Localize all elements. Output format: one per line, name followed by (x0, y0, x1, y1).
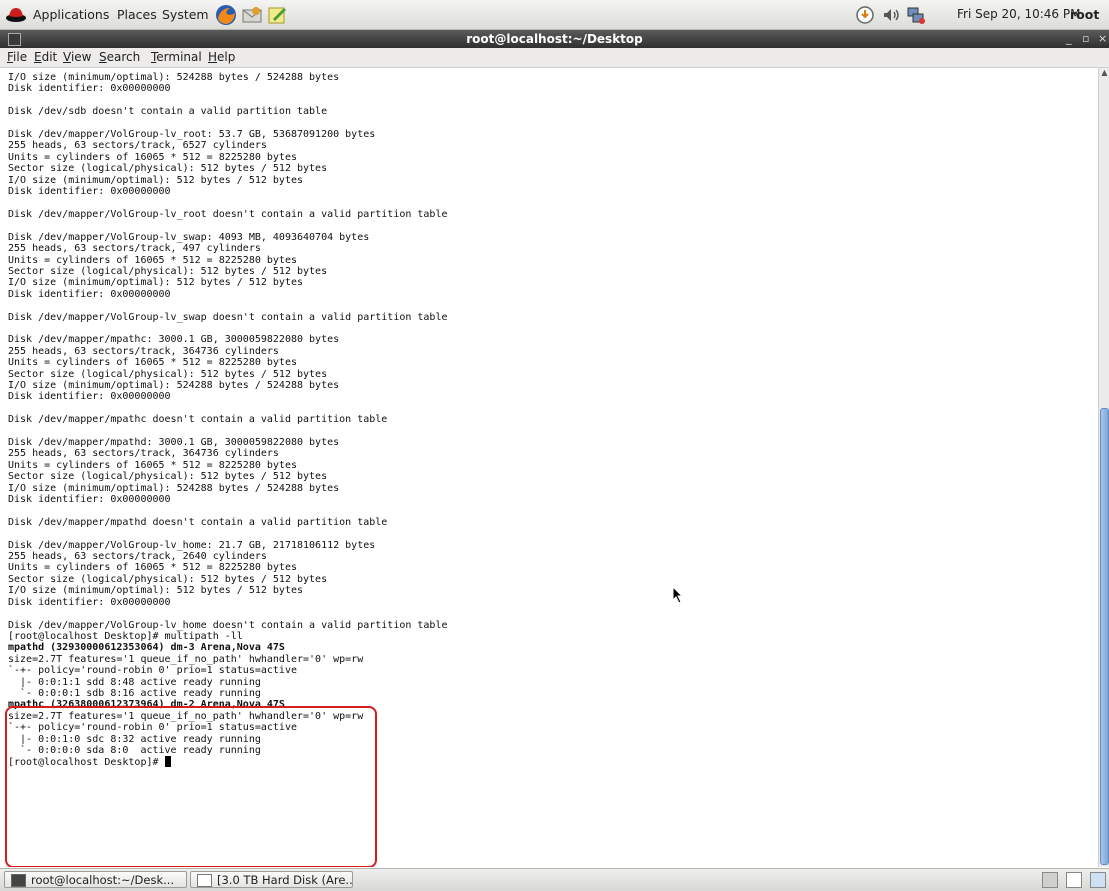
firefox-launcher-icon[interactable] (215, 4, 237, 26)
terminal-line: Disk identifier: 0x00000000 (8, 83, 171, 95)
terminal-line: `- 0:0:0:1 sdb 8:16 active ready running (8, 687, 261, 699)
window-title-bar[interactable]: root@localhost:~/Desktop _ ▫ × (0, 30, 1109, 48)
terminal-line: `- 0:0:0:0 sda 8:0 active ready running (8, 744, 261, 756)
terminal-line: Units = cylinders of 16065 * 512 = 82252… (8, 357, 297, 369)
maximize-button[interactable]: ▫ (1082, 30, 1089, 48)
terminal-line: I/O size (minimum/optimal): 524288 bytes… (8, 379, 340, 391)
network-icon[interactable] (906, 5, 926, 25)
terminal-line: `-+- policy='round-robin 0' prio=1 statu… (8, 722, 297, 734)
window-title: root@localhost:~/Desktop (466, 32, 643, 46)
terminal-line: 255 heads, 63 sectors/track, 6527 cylind… (8, 140, 267, 152)
notes-launcher-icon[interactable] (266, 4, 288, 26)
menu-help[interactable]: Help (208, 48, 235, 67)
terminal-line: Disk identifier: 0x00000000 (8, 186, 171, 198)
terminal-line: I/O size (minimum/optimal): 524288 bytes… (8, 482, 340, 494)
terminal-line: 255 heads, 63 sectors/track, 497 cylinde… (8, 243, 261, 255)
text-cursor (164, 756, 171, 768)
terminal-line: Disk /dev/mapper/mpathd doesn't contain … (8, 516, 388, 528)
terminal-line: Sector size (logical/physical): 512 byte… (8, 265, 328, 277)
taskbar-terminal-window[interactable]: root@localhost:~/Desk... (4, 871, 187, 888)
terminal-line: Disk /dev/sdb doesn't contain a valid pa… (8, 106, 328, 118)
taskbar-disk-window[interactable]: [3.0 TB Hard Disk (Are... (190, 871, 353, 888)
trash-icon[interactable] (1090, 872, 1106, 888)
terminal-line: Disk /dev/mapper/VolGroup-lv_root doesn'… (8, 208, 448, 220)
terminal-line: Disk /dev/mapper/mpathc doesn't contain … (8, 414, 388, 426)
terminal-line: Disk identifier: 0x00000000 (8, 288, 171, 300)
terminal-line: Disk /dev/mapper/VolGroup-lv_home: 21.7 … (8, 539, 376, 551)
menu-search[interactable]: Search (99, 48, 140, 67)
terminal-line: Units = cylinders of 16065 * 512 = 82252… (8, 459, 297, 471)
terminal-line: size=2.7T features='1 queue_if_no_path' … (8, 710, 364, 722)
update-notifier-icon[interactable] (855, 5, 875, 25)
terminal-line: Disk identifier: 0x00000000 (8, 596, 171, 608)
terminal-line: Disk identifier: 0x00000000 (8, 494, 171, 506)
terminal-line: `-+- policy='round-robin 0' prio=1 statu… (8, 665, 297, 677)
terminal-line: size=2.7T features='1 queue_if_no_path' … (8, 653, 364, 665)
scroll-up-arrow-icon[interactable]: ▲ (1099, 68, 1109, 78)
terminal-line: |- 0:0:1:1 sdd 8:48 active ready running (8, 676, 261, 688)
terminal-line: Disk /dev/mapper/VolGroup-lv_home doesn'… (8, 619, 448, 631)
terminal-line: 255 heads, 63 sectors/track, 364736 cyli… (8, 448, 279, 460)
system-menu[interactable]: System (162, 0, 209, 29)
applications-menu[interactable]: Applications (33, 0, 109, 29)
terminal-line: I/O size (minimum/optimal): 512 bytes / … (8, 277, 304, 289)
terminal-menu-bar: File Edit View Search Terminal Help (0, 48, 1109, 68)
terminal-line: I/O size (minimum/optimal): 512 bytes / … (8, 585, 304, 597)
terminal-line: Disk /dev/mapper/VolGroup-lv_root: 53.7 … (8, 129, 376, 141)
mail-launcher-icon[interactable] (241, 4, 263, 26)
terminal-line: Sector size (logical/physical): 512 byte… (8, 368, 328, 380)
redhat-logo-icon[interactable] (5, 5, 27, 23)
terminal-line: Sector size (logical/physical): 512 byte… (8, 573, 328, 585)
volume-icon[interactable] (881, 5, 901, 25)
bottom-taskbar: root@localhost:~/Desk... [3.0 TB Hard Di… (0, 868, 1109, 891)
mouse-pointer-icon (672, 586, 684, 604)
terminal-line: Disk /dev/mapper/VolGroup-lv_swap doesn'… (8, 311, 448, 323)
terminal-line: I/O size (minimum/optimal): 512 bytes / … (8, 174, 304, 186)
places-menu[interactable]: Places (117, 0, 157, 29)
terminal-line: Disk /dev/mapper/mpathd: 3000.1 GB, 3000… (8, 437, 340, 448)
terminal-line: Units = cylinders of 16065 * 512 = 82252… (8, 562, 297, 574)
terminal-line: mpathc (32638000612373964) dm-2 Arena,No… (8, 699, 285, 711)
terminal-line: Units = cylinders of 16065 * 512 = 82252… (8, 151, 297, 163)
terminal-line: Disk /dev/mapper/mpathc: 3000.1 GB, 3000… (8, 334, 340, 346)
menu-terminal[interactable]: Terminal (151, 48, 202, 67)
terminal-line: I/O size (minimum/optimal): 524288 bytes… (8, 72, 340, 83)
clock[interactable]: Fri Sep 20, 10:46 PM (957, 0, 1080, 29)
top-panel: Applications Places System Fri Sep 20, 1… (0, 0, 1109, 30)
terminal-line: Disk /dev/mapper/VolGroup-lv_swap: 4093 … (8, 231, 370, 243)
menu-file[interactable]: File (7, 48, 27, 67)
minimize-button[interactable]: _ (1066, 30, 1072, 48)
close-button[interactable]: × (1098, 30, 1107, 48)
terminal-output-area[interactable]: I/O size (minimum/optimal): 524288 bytes… (0, 68, 1098, 867)
workspace-switcher-2-icon[interactable] (1066, 872, 1082, 888)
terminal-line: Sector size (logical/physical): 512 byte… (8, 163, 328, 175)
terminal-line: |- 0:0:1:0 sdc 8:32 active ready running (8, 733, 261, 745)
terminal-prompt[interactable]: [root@localhost Desktop]# (8, 756, 171, 768)
terminal-line: 255 heads, 63 sectors/track, 364736 cyli… (8, 345, 279, 357)
user-menu[interactable]: root (1070, 0, 1099, 29)
taskbar-disk-label: [3.0 TB Hard Disk (Are... (217, 873, 353, 887)
window-task-icon (197, 874, 212, 887)
terminal-line: 255 heads, 63 sectors/track, 2640 cylind… (8, 551, 267, 563)
menu-edit[interactable]: Edit (34, 48, 57, 67)
workspace-switcher-icon[interactable] (1042, 872, 1058, 888)
vertical-scrollbar[interactable]: ▲ (1098, 68, 1109, 867)
terminal-line: mpathd (32930000612353064) dm-3 Arena,No… (8, 642, 285, 654)
scrollbar-thumb[interactable] (1100, 408, 1109, 865)
terminal-line: Disk identifier: 0x00000000 (8, 391, 171, 403)
terminal-line: Sector size (logical/physical): 512 byte… (8, 471, 328, 483)
terminal-task-icon (11, 874, 26, 887)
menu-view[interactable]: View (63, 48, 91, 67)
terminal-line: [root@localhost Desktop]# multipath -ll (8, 630, 243, 642)
terminal-line: Units = cylinders of 16065 * 512 = 82252… (8, 254, 297, 266)
terminal-text: I/O size (minimum/optimal): 524288 bytes… (8, 72, 448, 769)
taskbar-terminal-label: root@localhost:~/Desk... (31, 873, 175, 887)
